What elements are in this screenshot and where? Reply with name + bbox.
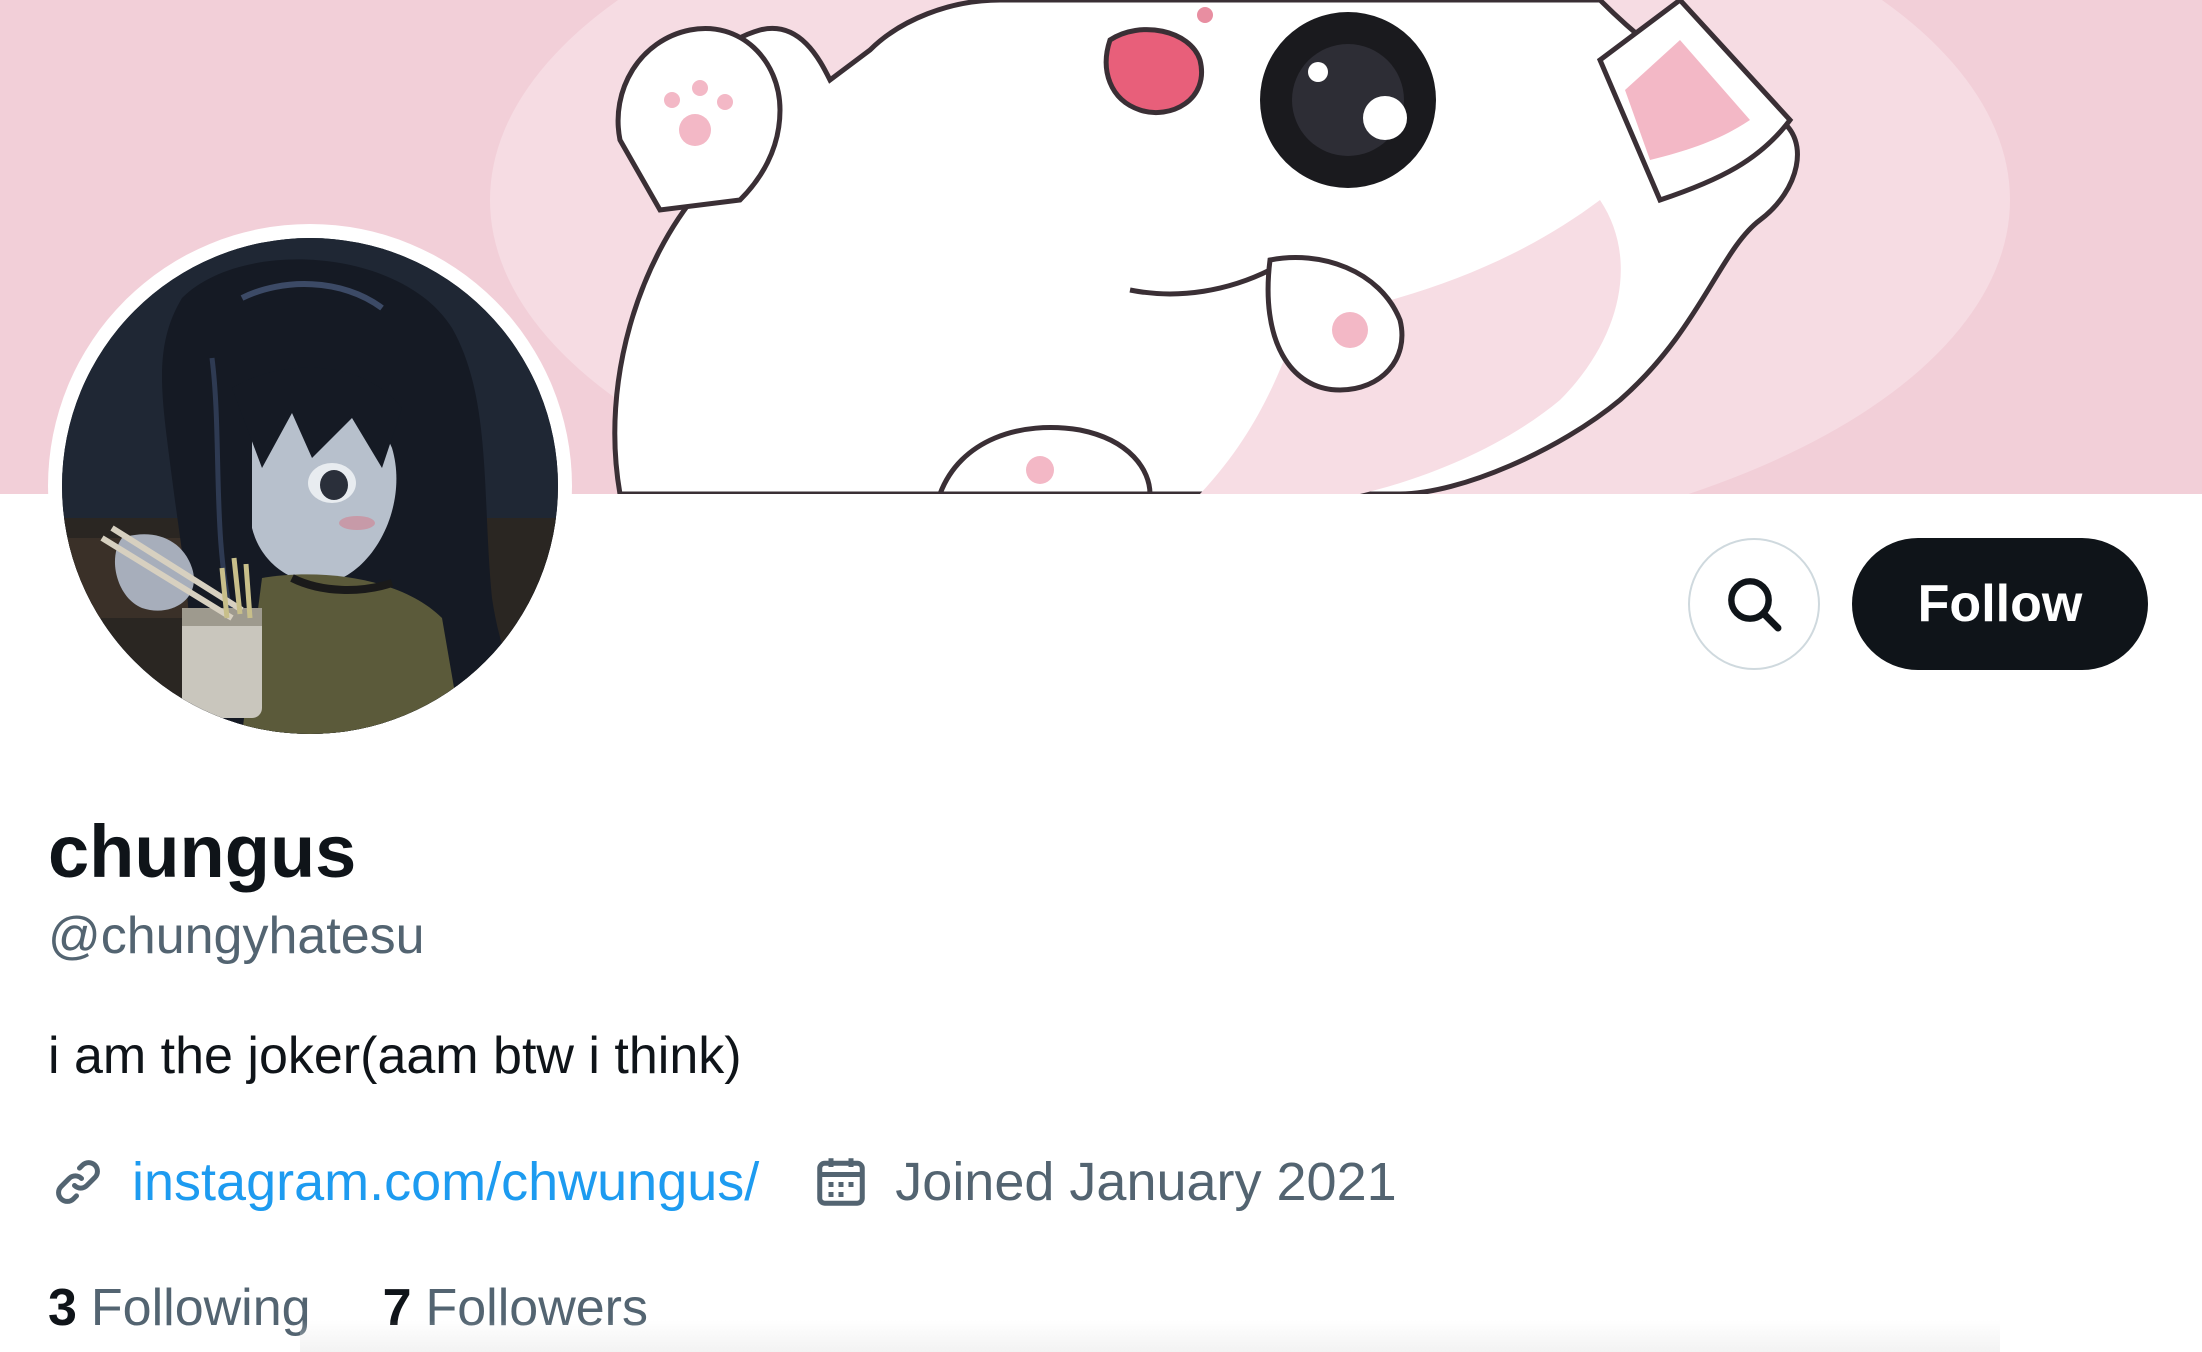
display-name: chungus xyxy=(48,810,357,893)
website-link[interactable]: instagram.com/chwungus/ xyxy=(132,1151,759,1213)
search-button[interactable] xyxy=(1688,538,1820,670)
user-handle: @chungyhatesu xyxy=(48,907,425,965)
follow-button[interactable]: Follow xyxy=(1852,538,2148,670)
website-item: instagram.com/chwungus/ xyxy=(48,1151,759,1213)
join-date-item: Joined January 2021 xyxy=(811,1151,1397,1213)
followers-count: 7 xyxy=(382,1279,412,1337)
followers-link[interactable]: 7 Followers xyxy=(383,1278,648,1338)
follow-button-label: Follow xyxy=(1917,575,2083,633)
profile-page: Follow chungus @chungyhatesu i am the jo… xyxy=(0,0,2202,1352)
search-icon xyxy=(1728,578,1782,632)
follow-stats: 3 Following 7 Followers xyxy=(48,1272,648,1344)
profile-meta: instagram.com/chwungus/ Joined January 2… xyxy=(48,1146,1397,1218)
calendar-icon xyxy=(811,1152,871,1212)
link-icon xyxy=(48,1152,108,1212)
avatar[interactable] xyxy=(48,224,572,748)
following-count: 3 xyxy=(48,1279,77,1337)
following-link[interactable]: 3 Following xyxy=(48,1278,311,1338)
followers-label: Followers xyxy=(425,1279,649,1337)
profile-bio: i am the joker(aam btw i think) xyxy=(48,1027,742,1085)
avatar-image xyxy=(62,238,558,734)
join-date: Joined January 2021 xyxy=(895,1152,1397,1212)
following-label: Following xyxy=(90,1279,311,1337)
